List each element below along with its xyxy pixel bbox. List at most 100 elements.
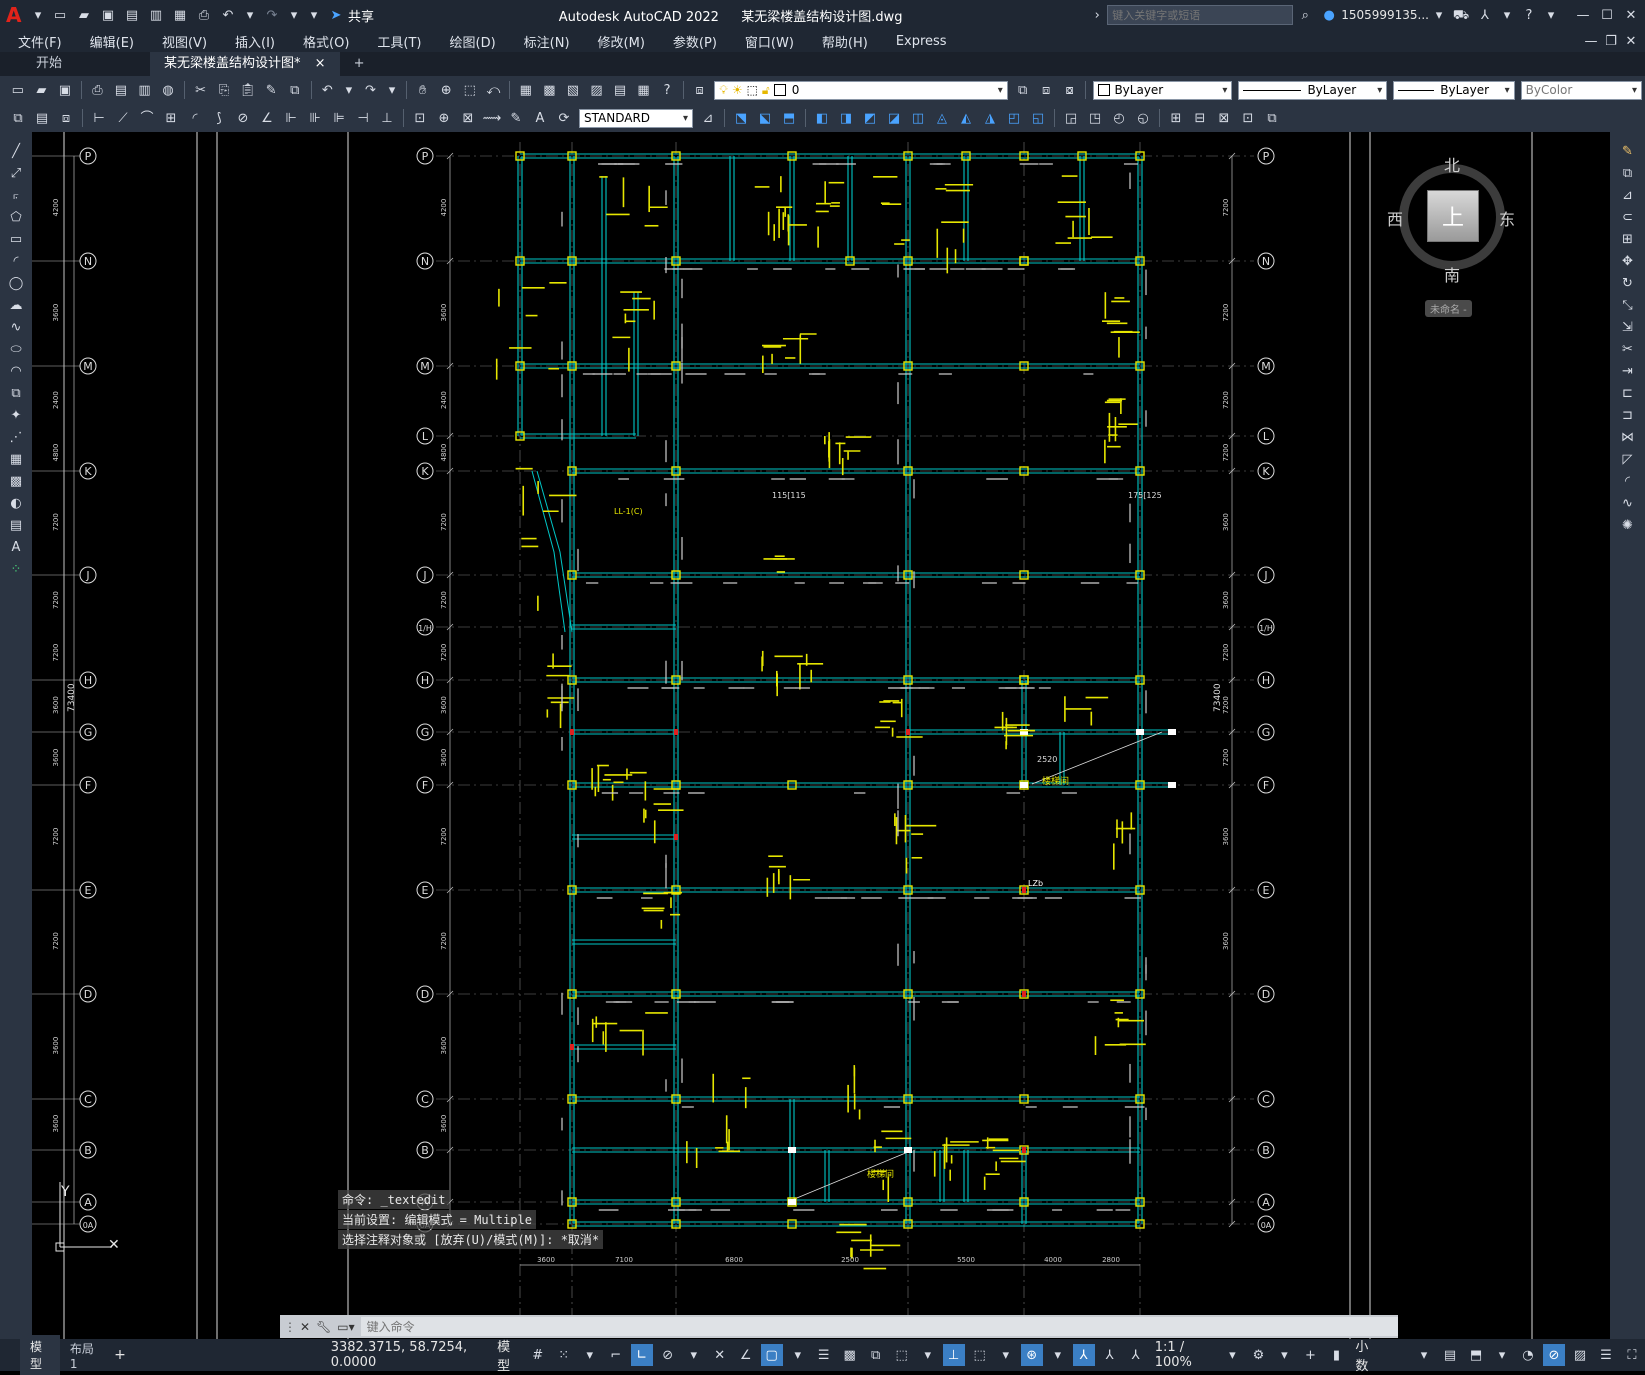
properties-icon[interactable]: ▦ [516, 80, 536, 100]
menu-format[interactable]: 格式(O) [289, 32, 363, 51]
mtext-icon[interactable]: A [6, 537, 26, 557]
selection-filter-icon[interactable]: ⬚ [969, 1344, 991, 1366]
ordinate-dim-icon[interactable]: ⊞ [161, 108, 181, 128]
ucs-manager-icon[interactable]: ◳ [1085, 108, 1105, 128]
polar-dropdown-icon[interactable]: ▾ [683, 1344, 705, 1366]
layer-freeze-icon[interactable]: ☀ [732, 83, 743, 97]
isolate-objects-icon[interactable]: ◔ [1517, 1344, 1539, 1366]
scale-icon[interactable]: ⤡ [1618, 295, 1638, 315]
join-icon[interactable]: ⋈ [1618, 427, 1638, 447]
redo-icon[interactable]: ↷ [262, 5, 282, 25]
menu-window[interactable]: 窗口(W) [731, 32, 808, 51]
doc-minimize-icon[interactable]: — [1583, 31, 1599, 51]
open-icon[interactable]: ▰ [32, 80, 52, 100]
user-name[interactable]: 1505999135... [1341, 8, 1429, 22]
3d-osnap-icon[interactable]: ⬚ [891, 1344, 913, 1366]
infer-constraints-icon[interactable]: ⌐ [605, 1344, 627, 1366]
open-file-icon[interactable]: ▰ [74, 5, 94, 25]
new-icon[interactable]: ▭ [8, 80, 28, 100]
menu-insert[interactable]: 插入(I) [221, 32, 289, 51]
mirror-icon[interactable]: ⊿ [1618, 185, 1638, 205]
ortho-icon[interactable]: ∟ [630, 1344, 653, 1366]
paste-icon[interactable]: 📋︎ [238, 80, 258, 100]
redo-dropdown-icon[interactable]: ▾ [384, 80, 400, 100]
undo-dropdown-icon[interactable]: ▾ [242, 5, 258, 25]
make-block-icon[interactable]: ✦ [6, 405, 26, 425]
3d-osnap-dropdown-icon[interactable]: ▾ [917, 1344, 939, 1366]
ucs-z-icon[interactable]: ◰ [1004, 108, 1024, 128]
dim-break-icon[interactable]: ⊥ [377, 108, 397, 128]
osnap-dropdown-icon[interactable]: ▾ [787, 1344, 809, 1366]
quick-properties-icon[interactable]: ▤ [1439, 1344, 1461, 1366]
copy-icon[interactable]: ⎘ [214, 80, 234, 100]
menu-modify[interactable]: 修改(M) [584, 32, 659, 51]
lock-ui-icon[interactable]: ⬒ [1465, 1344, 1487, 1366]
layer-vp-icon[interactable]: ⬚ [747, 83, 758, 97]
search-icon[interactable]: ⌕ [1295, 5, 1315, 25]
menu-file[interactable]: 文件(F) [4, 32, 76, 51]
gizmo-icon[interactable]: ⊛ [1020, 1344, 1043, 1366]
tab-start[interactable]: 开始 [22, 52, 150, 76]
ucs-origin-icon[interactable]: ◪ [884, 108, 904, 128]
menu-help[interactable]: 帮助(H) [808, 32, 882, 51]
linetype-dropdown[interactable]: ByLayer ▾ [1238, 80, 1388, 100]
layer-lock-icon[interactable]: 🔓︎ [762, 83, 770, 98]
add-layout-button[interactable]: + [106, 1347, 134, 1363]
osnap-tracking-icon[interactable]: ∠ [735, 1344, 757, 1366]
viewport-clip-icon[interactable]: ⧉ [1262, 108, 1282, 128]
layer-walk-icon[interactable]: ⧈ [56, 108, 76, 128]
block-editor-icon[interactable]: ⧉ [285, 80, 305, 100]
doc-close-icon[interactable]: ✕ [1623, 31, 1639, 51]
ucs-icon[interactable]: ⬔ [731, 108, 751, 128]
web-open-icon[interactable]: ▥ [146, 5, 166, 25]
explode-icon[interactable]: ✺ [1618, 515, 1638, 535]
menu-parametric[interactable]: 参数(P) [659, 32, 731, 51]
offset-icon[interactable]: ⊂ [1618, 207, 1638, 227]
close-icon[interactable]: ✕ [1621, 5, 1641, 25]
dim-space-icon[interactable]: ⊣ [353, 108, 373, 128]
menu-dimension[interactable]: 标注(N) [510, 32, 584, 51]
break-at-point-icon[interactable]: ⊏ [1618, 383, 1638, 403]
layer-properties-icon[interactable]: ⧈ [690, 80, 710, 100]
command-customize-icon[interactable]: 🔧︎ [316, 1320, 331, 1334]
dynamic-ucs-icon[interactable]: ⊥ [942, 1344, 965, 1366]
ucs-x-icon[interactable]: ◭ [956, 108, 976, 128]
new-file-icon[interactable]: ▭ [50, 5, 70, 25]
ellipse-icon[interactable]: ⬭ [6, 339, 26, 359]
fullscreen-icon[interactable]: ⛶ [1621, 1344, 1643, 1366]
break-icon[interactable]: ⊐ [1618, 405, 1638, 425]
gizmo-dropdown-icon[interactable]: ▾ [1047, 1344, 1069, 1366]
redo-dropdown-icon[interactable]: ▾ [286, 5, 302, 25]
compass-north[interactable]: 北 [1444, 152, 1460, 176]
trim-icon[interactable]: ✂ [1618, 339, 1638, 359]
command-input[interactable] [360, 1317, 1398, 1336]
menu-express[interactable]: Express [882, 34, 961, 49]
units-dropdown-icon[interactable]: ▾ [1413, 1344, 1435, 1366]
named-views-icon[interactable]: ◵ [1133, 108, 1153, 128]
lineweight-dropdown[interactable]: ByLayer ▾ [1393, 80, 1515, 100]
viewport-polygon-icon[interactable]: ⊠ [1214, 108, 1234, 128]
quickcalc-icon[interactable]: ▦ [634, 80, 654, 100]
autodesk-app-icon[interactable]: ⅄ [1475, 5, 1495, 25]
ucs-previous-icon[interactable]: ⬒ [779, 108, 799, 128]
app-menu-chevron-icon[interactable]: ▾ [30, 5, 46, 25]
circle-icon[interactable]: ◯ [6, 273, 26, 293]
maximize-icon[interactable]: ☐ [1597, 5, 1617, 25]
color-dropdown[interactable]: ByLayer ▾ [1093, 80, 1233, 100]
compass-south[interactable]: 南 [1444, 262, 1460, 286]
save-icon[interactable]: ▣ [98, 5, 118, 25]
web-save-icon[interactable]: ▦ [170, 5, 190, 25]
hardware-accel-icon[interactable]: ⊘ [1542, 1344, 1565, 1366]
layer-on-icon[interactable]: 💡︎ [719, 83, 727, 98]
grid-icon[interactable]: # [527, 1344, 549, 1366]
app-dropdown-icon[interactable]: ▾ [1499, 5, 1515, 25]
annotation-monitor-icon[interactable]: + [1299, 1344, 1321, 1366]
auto-scale-icon[interactable]: ⅄ [1099, 1344, 1121, 1366]
help-icon[interactable]: ? [1519, 5, 1539, 25]
snap-dropdown-icon[interactable]: ▾ [579, 1344, 601, 1366]
copy-object-icon[interactable]: ⧉ [1618, 163, 1638, 183]
polygon-icon[interactable]: ⬠ [6, 207, 26, 227]
viewcube[interactable]: 上 北 南 东 西 未命名 - [1387, 144, 1517, 317]
region-icon[interactable]: ◐ [6, 493, 26, 513]
center-mark-icon[interactable]: ⊕ [434, 108, 454, 128]
